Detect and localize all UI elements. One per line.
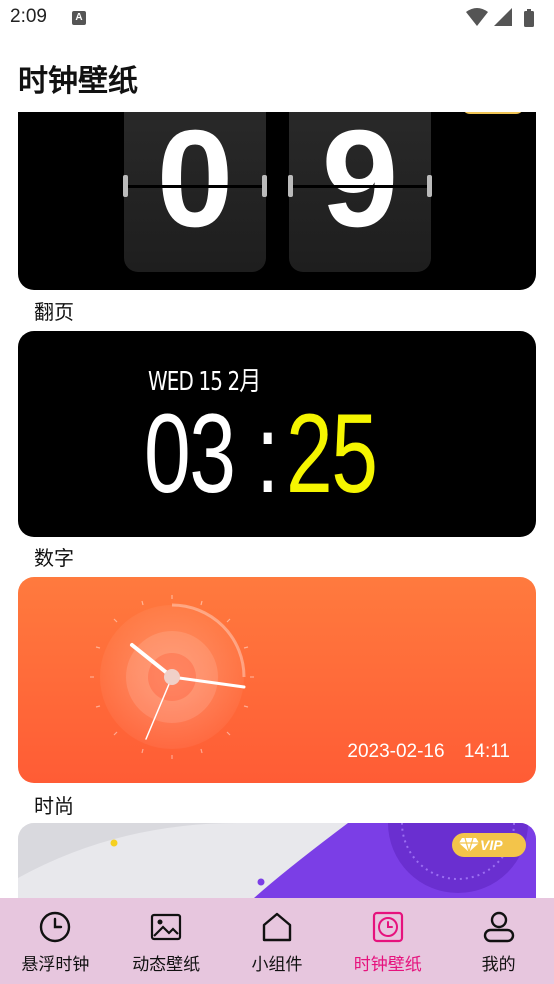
premium-clock-card[interactable]: VIP — [18, 823, 536, 898]
system-tray — [464, 7, 544, 33]
digital-minutes: 25 — [286, 391, 378, 516]
bottom-navigation: 悬浮时钟 动态壁纸 小组件 时钟壁纸 我的 — [0, 898, 554, 984]
nav-item-clock-wallpaper[interactable]: 时钟壁纸 — [332, 898, 443, 984]
nav-label: 悬浮时钟 — [21, 955, 90, 975]
fashion-clock-card[interactable]: 2023-02-16 14:11 — [18, 577, 536, 783]
digital-clock-card[interactable]: WED 15 2月 03 : 25 — [18, 331, 536, 537]
nav-item-me[interactable]: 我的 — [443, 898, 554, 984]
vip-badge: VIP — [452, 833, 526, 857]
card-label-fashion: 时尚 — [34, 794, 74, 818]
fashion-date: 2023-02-16 — [347, 741, 445, 762]
fashion-datetime: 2023-02-16 14:11 — [347, 741, 510, 763]
clock-icon — [40, 911, 71, 943]
card-label-flip: 翻页 — [34, 300, 74, 324]
nav-label: 动态壁纸 — [132, 955, 201, 975]
wifi-icon — [466, 8, 488, 26]
card-label-digital: 数字 — [34, 546, 74, 570]
flip-clock-card[interactable]: 0 9 — [18, 112, 536, 290]
flip-tile-hour: 0 — [123, 112, 267, 272]
fashion-time: 14:11 — [463, 741, 510, 762]
text-a-icon: A — [72, 11, 86, 25]
vip-badge-edge — [462, 112, 524, 114]
diamond-icon — [459, 837, 479, 853]
flip-digit: 9 — [321, 112, 399, 256]
vip-label: VIP — [480, 837, 503, 853]
nav-item-floating-clock[interactable]: 悬浮时钟 — [0, 898, 111, 984]
status-bar: 2:09 A — [0, 0, 554, 36]
digital-hours: 03 — [144, 391, 236, 516]
image-icon — [151, 913, 182, 941]
person-icon — [483, 911, 514, 943]
flip-digit: 0 — [156, 112, 234, 256]
digital-colon: : — [256, 391, 280, 516]
battery-icon — [524, 9, 534, 27]
signal-icon — [494, 8, 512, 26]
wallpaper-feed[interactable]: 0 9 翻页 WED 15 2月 03 : 25 数字 2023-02-16 1… — [0, 112, 554, 898]
nav-item-live-wallpaper[interactable]: 动态壁纸 — [111, 898, 222, 984]
nav-label: 时钟壁纸 — [353, 955, 422, 975]
nav-label: 小组件 — [251, 955, 303, 975]
nav-label: 我的 — [481, 955, 516, 975]
clock-wallpaper-icon — [372, 911, 403, 943]
status-time: 2:09 — [10, 6, 47, 27]
page-title: 时钟壁纸 — [18, 64, 138, 99]
home-icon — [262, 912, 292, 942]
nav-item-widgets[interactable]: 小组件 — [222, 898, 333, 984]
flip-tile-minute: 9 — [288, 112, 432, 272]
